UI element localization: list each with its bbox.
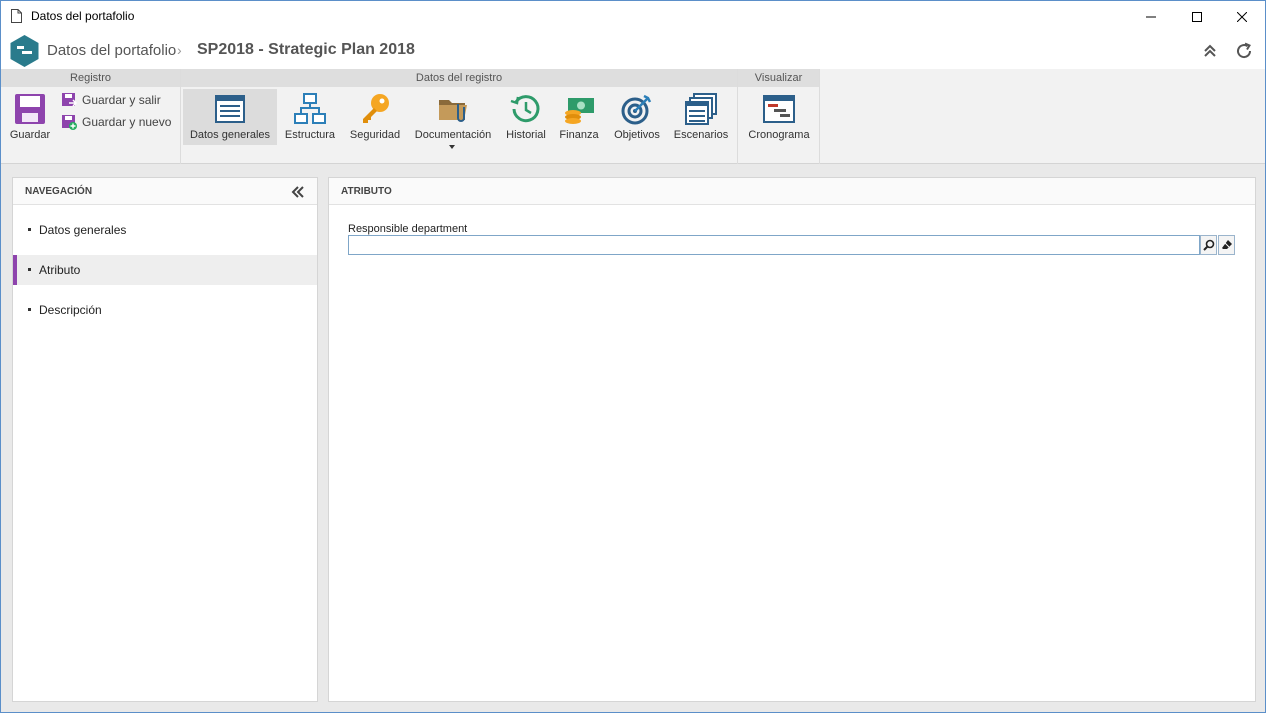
double-chevron-left-icon[interactable] [291, 185, 305, 199]
app-window: Datos del portafolio Datos del portafoli… [0, 0, 1266, 713]
nav-item-label: Atributo [39, 263, 81, 277]
ribbon-group-registro: Registro Guardar Guardar y salir Guardar… [1, 69, 181, 164]
save-new-label: Guardar y nuevo [82, 115, 172, 129]
close-icon [1237, 11, 1247, 22]
hierarchy-icon [294, 93, 326, 124]
save-and-exit-button[interactable]: Guardar y salir [61, 91, 161, 109]
scenarios-button[interactable]: Escenarios [669, 89, 733, 145]
dropdown-arrow-icon [449, 145, 455, 149]
history-label: Historial [506, 129, 546, 141]
nav-item-attribute[interactable]: Atributo [13, 255, 317, 285]
document-icon [11, 9, 22, 23]
search-icon [1202, 239, 1214, 251]
save-new-icon [62, 115, 77, 130]
documentation-label: Documentación [414, 129, 492, 141]
search-button[interactable] [1200, 235, 1217, 255]
maximize-icon [1192, 11, 1202, 22]
window-title: Datos del portafolio [31, 9, 135, 23]
save-exit-label: Guardar y salir [82, 93, 161, 107]
nav-item-label: Datos generales [39, 223, 127, 237]
security-label: Seguridad [349, 129, 401, 141]
gantt-chart-icon [763, 95, 795, 123]
close-button[interactable] [1219, 1, 1265, 32]
refresh-icon[interactable] [1234, 41, 1254, 61]
bullet [28, 228, 31, 231]
structure-label: Estructura [284, 129, 336, 141]
floppy-disk-icon [15, 94, 45, 124]
bullet [28, 268, 31, 271]
documentation-button[interactable]: Documentación [411, 89, 495, 149]
collapse-up-icon[interactable] [1200, 41, 1220, 61]
page-header: Datos del portafolio › SP2018 - Strategi… [1, 32, 1265, 69]
money-coins-icon [565, 98, 594, 124]
responsible-department-label: Responsible department [348, 223, 468, 235]
save-label: Guardar [9, 129, 51, 141]
breadcrumb-separator: › [177, 42, 182, 58]
maximize-button[interactable] [1174, 1, 1220, 32]
finance-label: Finanza [559, 129, 599, 141]
history-clock-icon [510, 95, 540, 123]
schedule-label: Cronograma [748, 129, 810, 141]
group-label-registro: Registro [1, 69, 180, 87]
stacked-windows-icon [685, 93, 717, 125]
ribbon-toolbar: Registro Guardar Guardar y salir Guardar… [1, 69, 1265, 164]
key-icon [363, 94, 389, 123]
nav-item-label: Descripción [39, 303, 102, 317]
finance-button[interactable]: Finanza [555, 89, 603, 145]
app-logo-icon [10, 35, 39, 67]
target-icon [621, 94, 652, 125]
nav-item-description[interactable]: Descripción [13, 295, 317, 325]
group-label-datos-registro: Datos del registro [181, 69, 737, 87]
responsible-department-input[interactable] [348, 235, 1200, 255]
general-data-button[interactable]: Datos generales [183, 89, 277, 145]
form-window-icon [215, 95, 245, 123]
attribute-title: ATRIBUTO [341, 186, 392, 197]
structure-button[interactable]: Estructura [281, 89, 339, 145]
objectives-label: Objetivos [614, 129, 660, 141]
minimize-icon [1146, 16, 1156, 17]
clear-button[interactable] [1218, 235, 1235, 255]
attribute-panel: ATRIBUTO Responsible department [328, 177, 1256, 702]
security-button[interactable]: Seguridad [345, 89, 405, 145]
navigation-panel: NAVEGACIÓN Datos generales Atributo Desc… [12, 177, 318, 702]
save-and-new-button[interactable]: Guardar y nuevo [61, 113, 171, 131]
objectives-button[interactable]: Objetivos [609, 89, 665, 145]
eraser-icon [1221, 240, 1232, 249]
page-title: SP2018 - Strategic Plan 2018 [197, 41, 415, 58]
group-label-visualizar: Visualizar [738, 69, 819, 87]
attribute-header: ATRIBUTO [329, 178, 1255, 205]
ribbon-group-visualizar: Visualizar Cronograma [738, 69, 820, 164]
navigation-header: NAVEGACIÓN [13, 178, 317, 205]
scenarios-label: Escenarios [673, 129, 729, 141]
nav-item-general-data[interactable]: Datos generales [13, 215, 317, 245]
navigation-title: NAVEGACIÓN [25, 186, 93, 197]
title-bar: Datos del portafolio [1, 1, 1265, 32]
minimize-button[interactable] [1128, 1, 1174, 32]
folder-clip-icon [439, 100, 467, 122]
ribbon-group-datos-registro: Datos del registro Datos generales Estru… [181, 69, 738, 164]
general-data-label: Datos generales [189, 129, 271, 141]
save-exit-icon [62, 93, 77, 107]
breadcrumb-root[interactable]: Datos del portafolio [47, 42, 176, 59]
bullet [28, 308, 31, 311]
history-button[interactable]: Historial [501, 89, 551, 145]
save-button[interactable]: Guardar [6, 89, 54, 145]
schedule-button[interactable]: Cronograma [743, 89, 815, 145]
